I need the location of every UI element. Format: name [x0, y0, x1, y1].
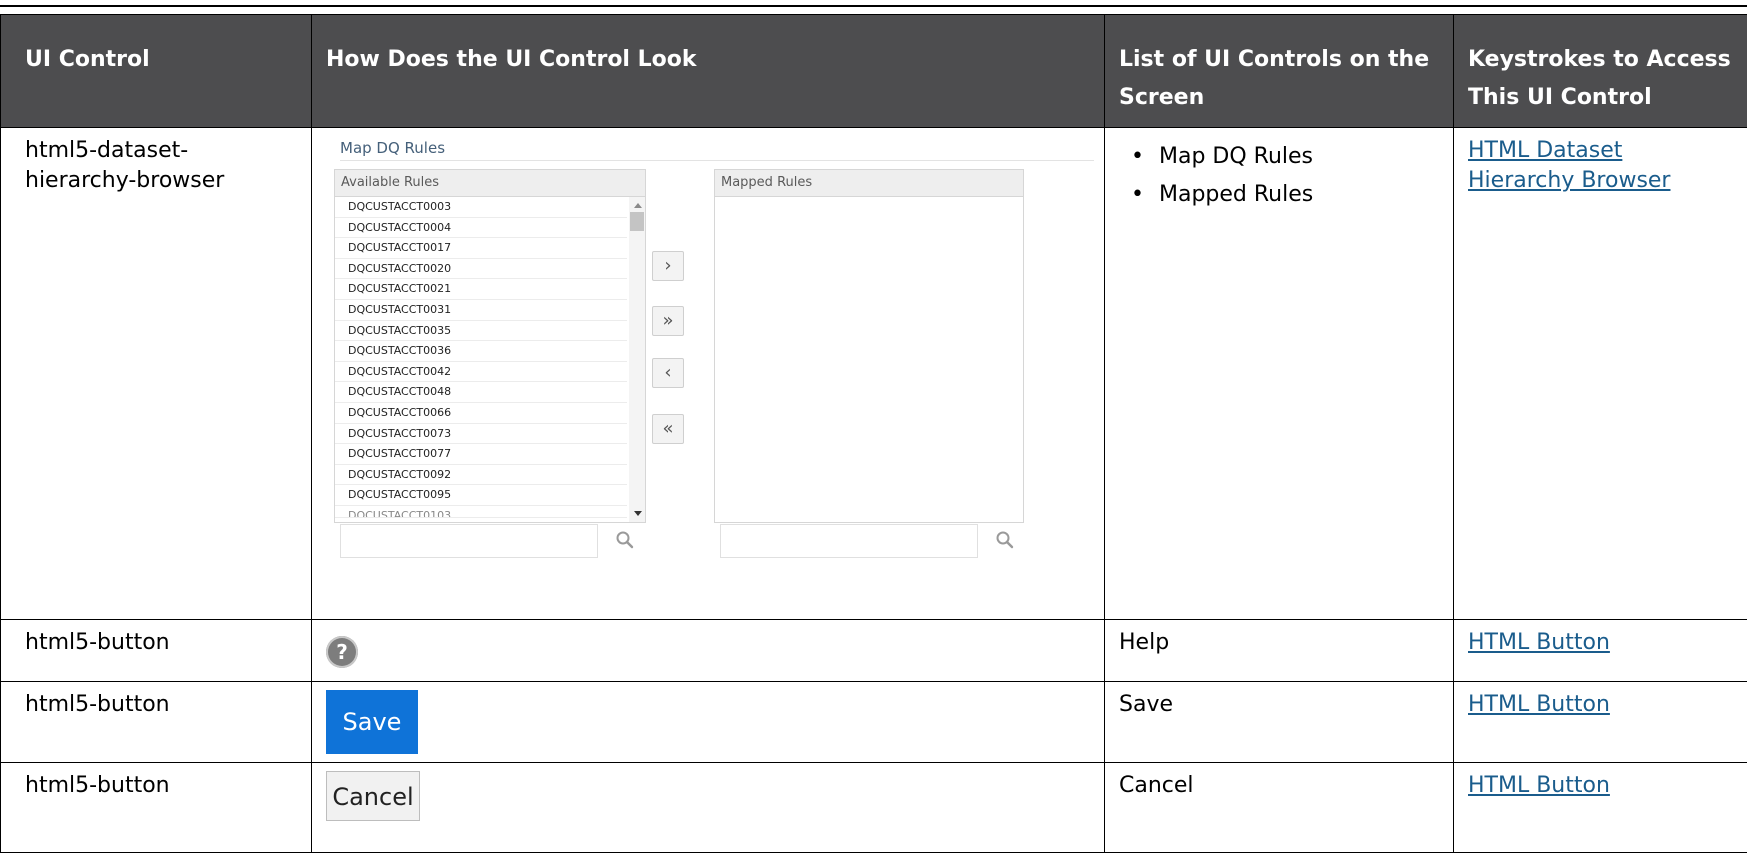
- cancel-button[interactable]: Cancel: [326, 771, 420, 821]
- list-item[interactable]: DQCUSTACCT0066: [335, 403, 627, 424]
- save-button[interactable]: Save: [326, 690, 418, 754]
- move-all-button[interactable]: »: [652, 306, 684, 336]
- available-rules-header: Available Rules: [335, 170, 645, 197]
- cell-control-name: html5-button: [0, 681, 312, 763]
- keystroke-link[interactable]: HTML Dataset Hierarchy Browser: [1468, 138, 1670, 193]
- cell-controls-list: Save: [1104, 681, 1454, 763]
- keystroke-link[interactable]: HTML Button: [1468, 692, 1610, 717]
- cell-controls-list: Map DQ Rules Mapped Rules: [1104, 127, 1454, 620]
- available-rules-rows: DQCUSTACCT0003 DQCUSTACCT0004 DQCUSTACCT…: [335, 197, 627, 522]
- cell-control-name: html5-button: [0, 619, 312, 682]
- move-selected-button[interactable]: ›: [652, 251, 684, 281]
- top-rule: [0, 5, 1747, 7]
- cell-keystrokes: HTML Button: [1453, 762, 1747, 853]
- cell-keystrokes: HTML Dataset Hierarchy Browser: [1453, 127, 1747, 620]
- table-row: html5-button Cancel Cancel HTML Button: [0, 762, 1747, 853]
- list-item[interactable]: DQCUSTACCT0036: [335, 341, 627, 362]
- header-row: UI Control How Does the UI Control Look …: [0, 14, 1747, 128]
- list-item[interactable]: DQCUSTACCT0003: [335, 197, 627, 218]
- mapped-rules-list[interactable]: Mapped Rules: [714, 169, 1024, 523]
- list-item[interactable]: DQCUSTACCT0031: [335, 300, 627, 321]
- list-item[interactable]: DQCUSTACCT0017: [335, 238, 627, 259]
- list-item[interactable]: DQCUSTACCT0103: [335, 506, 627, 518]
- cell-control-look: Map DQ Rules Available Rules DQCUSTACCT0…: [311, 127, 1105, 620]
- list-item[interactable]: DQCUSTACCT0073: [335, 424, 627, 445]
- cell-controls-list: Help: [1104, 619, 1454, 682]
- shuttle-title: Map DQ Rules: [340, 139, 446, 157]
- table-row: html5-button ? Help HTML Button: [0, 619, 1747, 682]
- cell-keystrokes: HTML Button: [1453, 681, 1747, 763]
- header-controls-list: List of UI Controls on the Screen: [1104, 14, 1454, 128]
- shuttle-widget: Map DQ Rules Available Rules DQCUSTACCT0…: [312, 128, 1102, 618]
- cell-control-look: Save: [311, 681, 1105, 763]
- search-icon[interactable]: [995, 530, 1015, 550]
- keystroke-link[interactable]: HTML Button: [1468, 630, 1610, 655]
- list-item[interactable]: DQCUSTACCT0095: [335, 485, 627, 506]
- available-search-input[interactable]: [340, 524, 598, 558]
- scroll-up-icon[interactable]: [634, 203, 642, 208]
- list-item[interactable]: DQCUSTACCT0042: [335, 362, 627, 383]
- keystroke-link[interactable]: HTML Button: [1468, 773, 1610, 798]
- list-item[interactable]: DQCUSTACCT0092: [335, 465, 627, 486]
- list-item: Map DQ Rules: [1119, 138, 1453, 176]
- available-rules-list[interactable]: Available Rules DQCUSTACCT0003 DQCUSTACC…: [334, 169, 646, 523]
- list-item[interactable]: DQCUSTACCT0021: [335, 279, 627, 300]
- list-scrollbar[interactable]: [629, 197, 645, 522]
- list-item[interactable]: DQCUSTACCT0077: [335, 444, 627, 465]
- remove-all-button[interactable]: «: [652, 414, 684, 444]
- list-item: Mapped Rules: [1119, 176, 1453, 214]
- header-ui-control: UI Control: [0, 14, 312, 128]
- controls-bullet-list: Map DQ Rules Mapped Rules: [1105, 128, 1453, 214]
- list-item[interactable]: DQCUSTACCT0048: [335, 382, 627, 403]
- header-keystrokes: Keystrokes to Access This UI Control: [1453, 14, 1747, 128]
- ui-controls-table: UI Control How Does the UI Control Look …: [0, 14, 1747, 853]
- list-item[interactable]: DQCUSTACCT0004: [335, 218, 627, 239]
- mapped-search-input[interactable]: [720, 524, 978, 558]
- list-item[interactable]: DQCUSTACCT0020: [335, 259, 627, 280]
- title-divider: [340, 160, 1094, 161]
- cell-controls-list: Cancel: [1104, 762, 1454, 853]
- help-icon[interactable]: ?: [326, 636, 358, 668]
- cell-keystrokes: HTML Button: [1453, 619, 1747, 682]
- search-icon[interactable]: [615, 530, 635, 550]
- table-row: html5-button Save Save HTML Button: [0, 681, 1747, 763]
- table-row: html5-dataset-hierarchy-browser Map DQ R…: [0, 127, 1747, 620]
- list-item[interactable]: DQCUSTACCT0035: [335, 321, 627, 342]
- scroll-down-icon[interactable]: [634, 511, 642, 516]
- mapped-rules-header: Mapped Rules: [715, 170, 1023, 197]
- cell-control-look: Cancel: [311, 762, 1105, 853]
- cell-control-name: html5-dataset-hierarchy-browser: [0, 127, 312, 620]
- scroll-thumb[interactable]: [630, 212, 644, 231]
- remove-selected-button[interactable]: ‹: [652, 358, 684, 388]
- cell-control-look: ?: [311, 619, 1105, 682]
- cell-control-name: html5-button: [0, 762, 312, 853]
- header-how-look: How Does the UI Control Look: [311, 14, 1105, 128]
